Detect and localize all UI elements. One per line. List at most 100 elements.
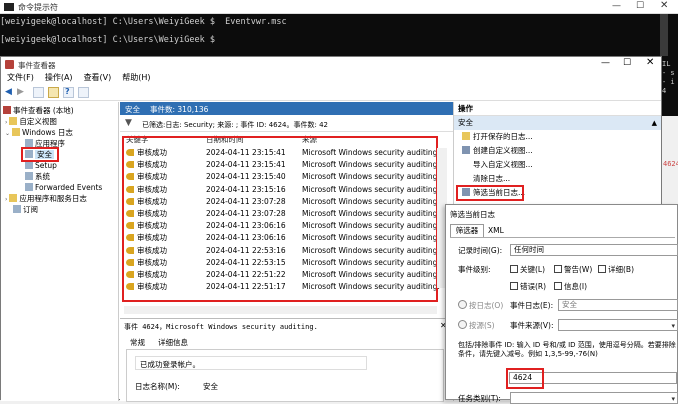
action-clear-log[interactable]: 清除日志... xyxy=(454,172,661,186)
menu-file[interactable]: 文件(F) xyxy=(7,73,34,82)
log-name-value: 安全 xyxy=(203,382,218,391)
checkbox-verbose[interactable] xyxy=(598,265,606,273)
log-header-name: 安全 xyxy=(125,105,140,114)
open-folder-icon xyxy=(462,132,470,140)
expand-icon[interactable]: › xyxy=(5,196,7,203)
console-right-number: 4624 xyxy=(663,160,678,168)
mmc-close-button[interactable]: ✕ xyxy=(646,57,654,68)
event-log-select[interactable]: 安全 xyxy=(558,299,678,311)
forward-icon[interactable]: ▶ xyxy=(17,87,24,97)
properties-icon[interactable] xyxy=(78,87,89,98)
tab-general[interactable]: 常规 xyxy=(130,337,145,348)
console-line-2: [weiyigeek@localhost] C:\Users\WeiyiGeek… xyxy=(0,35,215,45)
tree-item-security[interactable]: 安全 xyxy=(1,147,118,162)
task-category-select[interactable]: ▾ xyxy=(510,392,678,404)
tab-details[interactable]: 详细信息 xyxy=(158,337,188,348)
tree-item-root[interactable]: 事件查看器 (本地) xyxy=(1,105,118,116)
tree-item-windows-logs[interactable]: ⌄ Windows 日志 xyxy=(1,127,118,138)
log-icon xyxy=(25,161,33,169)
actions-header: 操作 xyxy=(454,102,661,116)
folder-icon[interactable] xyxy=(48,87,59,98)
folder-icon xyxy=(9,194,18,202)
tree-item-setup[interactable]: Setup xyxy=(1,160,118,171)
log-icon xyxy=(25,172,33,180)
help-question-mark: ? xyxy=(65,87,70,96)
funnel-icon xyxy=(462,146,470,154)
tree-item-forwarded-events[interactable]: Forwarded Events xyxy=(1,182,118,193)
filter-current-log-dialog: 筛选当前日志 筛选器 XML 记录时间(G): 任何时间 事件级别: 关键(L)… xyxy=(445,204,678,404)
console-title: 命令提示符 xyxy=(18,3,58,12)
level-error[interactable]: 错误(R) xyxy=(510,281,546,292)
mmc-minimize-button[interactable]: — xyxy=(601,58,610,68)
radio-by-log-circle[interactable] xyxy=(458,300,467,309)
action-open-saved-log[interactable]: 打开保存的日志... xyxy=(454,130,661,144)
logged-select[interactable]: 任何时间 xyxy=(510,244,678,256)
console-scrollbar[interactable] xyxy=(660,14,668,56)
event-viewer-icon xyxy=(3,106,11,114)
event-source-select[interactable]: ▾ xyxy=(558,319,678,331)
events-highlight-box xyxy=(122,136,438,302)
log-name-label: 日志名称(M): xyxy=(135,382,180,391)
menu-bar: 文件(F) 操作(A) 查看(V) 帮助(H) xyxy=(1,72,661,85)
collapse-icon[interactable]: ▲ xyxy=(652,116,657,130)
console-window: 命令提示符 — ☐ ✕ [weiyigeek@localhost] C:\Use… xyxy=(0,0,678,56)
level-critical[interactable]: 关键(L) xyxy=(510,264,545,275)
console-side-text: IL - s - - i - 4 xyxy=(662,60,675,95)
folder-icon xyxy=(12,128,21,136)
back-icon[interactable]: ◀ xyxy=(5,87,12,97)
action-import-custom-view[interactable]: 导入自定义视图... xyxy=(454,158,661,172)
menu-help[interactable]: 帮助(H) xyxy=(122,73,150,82)
tree-item-system[interactable]: 系统 xyxy=(1,171,118,182)
tab-xml[interactable]: XML xyxy=(488,226,504,235)
checkbox-error[interactable] xyxy=(510,282,518,290)
subscription-icon xyxy=(13,205,21,213)
event-detail-pane: 事件 4624，Microsoft Windows security audit… xyxy=(120,318,453,402)
menu-action[interactable]: 操作(A) xyxy=(45,73,73,82)
action-filter-current-log[interactable]: 筛选当前日志... xyxy=(454,185,661,201)
checkbox-critical[interactable] xyxy=(510,265,518,273)
event-viewer-app-icon xyxy=(5,60,14,69)
level-verbose[interactable]: 详细(B) xyxy=(598,264,634,275)
tab-filter[interactable]: 筛选器 xyxy=(450,224,484,237)
level-warning[interactable]: 警告(W) xyxy=(554,264,592,275)
event-viewer-title: 事件查看器 xyxy=(18,61,56,70)
event-log-label: 事件日志(E): xyxy=(510,301,554,310)
radio-by-source-circle[interactable] xyxy=(458,320,467,329)
folder-icon xyxy=(9,117,18,125)
event-detail-title: 事件 4624，Microsoft Windows security audit… xyxy=(124,323,318,331)
show-tree-icon[interactable] xyxy=(33,87,44,98)
action-create-custom-view[interactable]: 创建自定义视图... xyxy=(454,144,661,158)
log-header: 安全 事件数: 310,136 xyxy=(120,102,453,115)
console-minimize-button[interactable]: — xyxy=(612,1,621,11)
menu-view[interactable]: 查看(V) xyxy=(84,73,112,82)
event-list-pane: 安全 事件数: 310,136 ▼ 已筛选:日志: Security; 来源: … xyxy=(120,102,453,402)
clear-icon xyxy=(462,174,470,182)
actions-section-security[interactable]: 安全 ▲ xyxy=(454,116,661,130)
events-hscrollbar[interactable] xyxy=(124,306,437,314)
mmc-maximize-button[interactable]: ☐ xyxy=(623,58,631,68)
event-source-label: 事件来源(V): xyxy=(510,321,554,330)
security-highlight-box xyxy=(21,147,59,162)
tree-item-application[interactable]: 应用程序 xyxy=(1,138,118,149)
checkbox-warning[interactable] xyxy=(554,265,562,273)
checkbox-information[interactable] xyxy=(554,282,562,290)
collapse-icon[interactable]: ⌄ xyxy=(5,130,10,137)
filter-bar: ▼ 已筛选:日志: Security; 来源: ; 事件 ID: 4624。事件… xyxy=(120,116,453,132)
chevron-down-icon: ▾ xyxy=(671,322,675,330)
level-information[interactable]: 信息(I) xyxy=(554,281,587,292)
tree-item-custom-views[interactable]: › 自定义视图 xyxy=(1,116,118,127)
event-message: 已成功登录帐户。 xyxy=(135,356,367,370)
chevron-down-icon: ▾ xyxy=(671,395,675,403)
dialog-tab-divider xyxy=(450,237,675,238)
console-maximize-button[interactable]: ☐ xyxy=(636,1,644,11)
console-close-button[interactable]: ✕ xyxy=(660,0,668,11)
expand-icon[interactable]: › xyxy=(5,119,7,126)
tree-item-subscriptions[interactable]: 订阅 xyxy=(1,204,118,215)
dialog-title: 筛选当前日志 xyxy=(450,210,495,219)
event-id-highlight-box xyxy=(506,368,544,389)
radio-by-source[interactable]: 按源(S) xyxy=(458,320,495,331)
tree-item-apps-services[interactable]: › 应用程序和服务日志 xyxy=(1,193,118,204)
console-titlebar: 命令提示符 — ☐ ✕ xyxy=(0,0,678,14)
radio-by-log[interactable]: 按日志(O) xyxy=(458,300,503,311)
event-level-label: 事件级别: xyxy=(458,265,491,274)
